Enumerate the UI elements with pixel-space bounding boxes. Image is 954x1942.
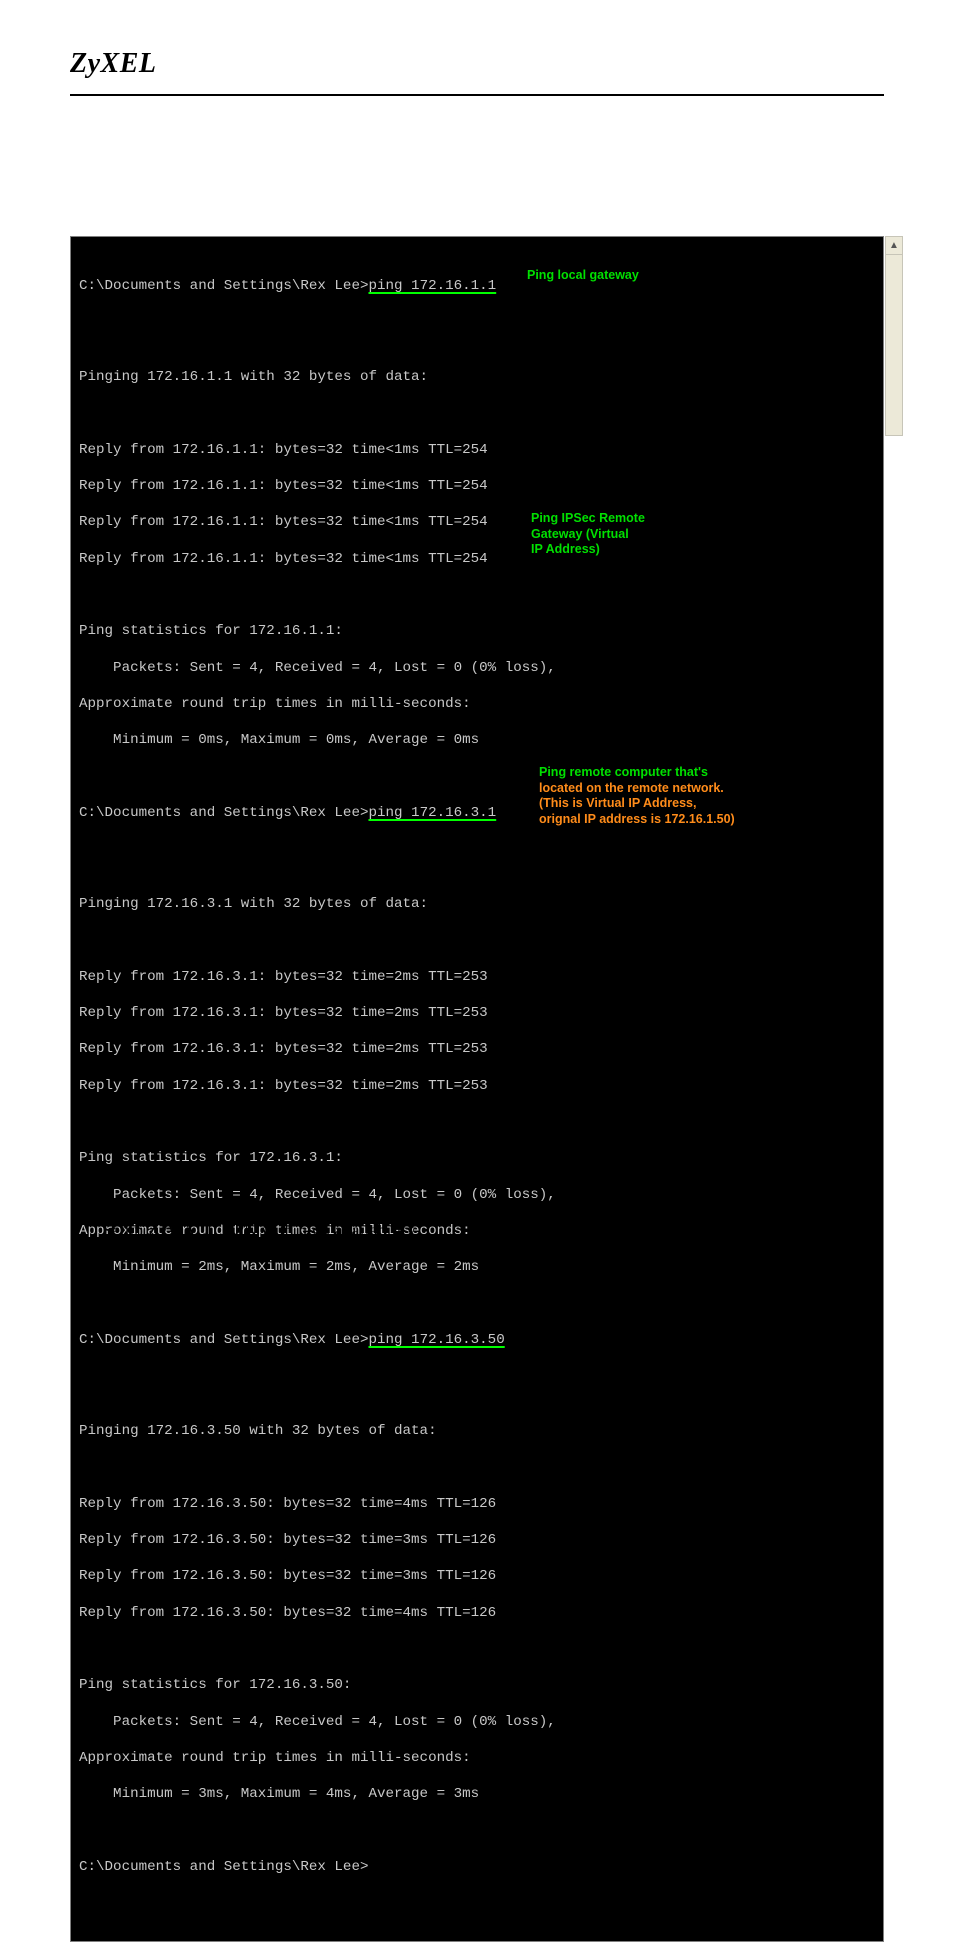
annotation-ping-local-gateway: Ping local gateway [527,268,827,284]
command-prompt-window: C:\Documents and Settings\Rex Lee>ping 1… [70,236,884,1942]
annotation-line: Ping IPSec Remote [531,511,645,525]
prompt: C:\Documents and Settings\Rex Lee> [79,805,368,821]
annotation-line: orignal IP address is 172.16.1.50) [539,812,735,826]
output-line: Packets: Sent = 4, Received = 4, Lost = … [79,659,873,677]
brand-logo-text: ZyXEL [70,48,884,80]
output-line: Pinging 172.16.1.1 with 32 bytes of data… [79,368,873,386]
prompt: C:\Documents and Settings\Rex Lee> [79,1858,873,1876]
header-rule [70,94,884,96]
output-line: Ping statistics for 172.16.3.50: [79,1676,873,1694]
output-line: Pinging 172.16.3.50 with 32 bytes of dat… [79,1422,873,1440]
output-line: Reply from 172.16.1.1: bytes=32 time<1ms… [79,477,873,495]
output-line: Reply from 172.16.3.1: bytes=32 time=2ms… [79,968,873,986]
cmd-line: C:\Documents and Settings\Rex Lee>ping 1… [79,1331,873,1349]
output-line: Ping statistics for 172.16.3.1: [79,1149,873,1167]
annotation-ping-remote-computer: Ping remote computer that's located on t… [539,765,839,828]
output-line: Approximate round trip times in milli-se… [79,1749,873,1767]
terminal-screenshot: ▲ C:\Documents and Settings\Rex Lee>ping… [70,236,884,1942]
annotation-line: Gateway (Virtual [531,527,629,541]
annotation-line: IP Address) [531,542,600,556]
output-line: Reply from 172.16.3.50: bytes=32 time=4m… [79,1495,873,1513]
annotation-line: Ping remote computer that's [539,765,708,779]
output-line: Ping statistics for 172.16.1.1: [79,622,873,640]
annotation-line: located on the remote network. [539,781,724,795]
output-line: Reply from 172.16.3.50: bytes=32 time=4m… [79,1604,873,1622]
numbered-step: 1. Setup ZyWALL VPN with high availabili… [70,1220,415,1241]
output-line: Reply from 172.16.3.1: bytes=32 time=2ms… [79,1077,873,1095]
annotation-line: (This is Virtual IP Address, [539,796,696,810]
ping-command: ping 172.16.3.50 [368,1332,504,1348]
output-line: Reply from 172.16.3.50: bytes=32 time=3m… [79,1531,873,1549]
ping-command: ping 172.16.3.1 [368,805,496,821]
output-line: Reply from 172.16.3.1: bytes=32 time=2ms… [79,1040,873,1058]
output-line: Minimum = 0ms, Maximum = 0ms, Average = … [79,731,873,749]
prompt: C:\Documents and Settings\Rex Lee> [79,1332,368,1348]
output-line: Minimum = 2ms, Maximum = 2ms, Average = … [79,1258,873,1276]
output-line: Minimum = 3ms, Maximum = 4ms, Average = … [79,1785,873,1803]
prompt: C:\Documents and Settings\Rex Lee> [79,278,368,294]
scroll-up-button[interactable]: ▲ [886,237,902,255]
output-line: Pinging 172.16.3.1 with 32 bytes of data… [79,895,873,913]
list-number: 1. [70,1220,84,1240]
output-line: Reply from 172.16.3.1: bytes=32 time=2ms… [79,1004,873,1022]
list-text: Setup ZyWALL VPN with high availability [102,1220,415,1240]
output-line: Packets: Sent = 4, Received = 4, Lost = … [79,1713,873,1731]
output-line: Approximate round trip times in milli-se… [79,695,873,713]
annotation-ping-ipsec-remote: Ping IPSec Remote Gateway (Virtual IP Ad… [531,511,831,558]
output-line: Packets: Sent = 4, Received = 4, Lost = … [79,1186,873,1204]
ping-command: ping 172.16.1.1 [368,278,496,294]
scrollbar-track[interactable]: ▲ [885,236,903,436]
output-line: Reply from 172.16.3.50: bytes=32 time=3m… [79,1567,873,1585]
output-line: Reply from 172.16.1.1: bytes=32 time<1ms… [79,441,873,459]
page-header: ZyXEL [0,0,954,88]
